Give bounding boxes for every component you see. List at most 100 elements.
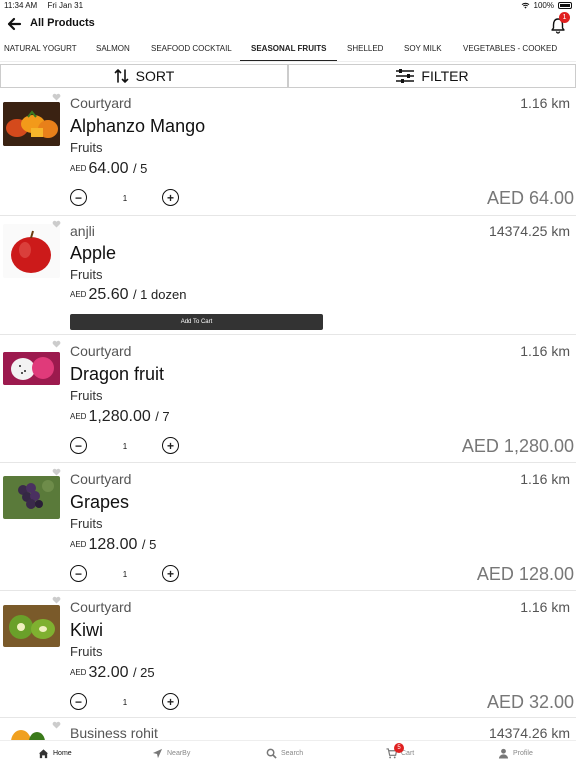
product-card[interactable]: Courtyard 1.16 km Dragon fruit Fruits AE… (0, 335, 576, 463)
decrease-quantity-button[interactable]: − (70, 693, 87, 710)
product-card[interactable]: Courtyard 1.16 km Alphanzo Mango Fruits … (0, 88, 576, 216)
vendor-name: Courtyard (70, 599, 132, 615)
price-currency: AED (70, 164, 87, 173)
product-name[interactable]: Apple (70, 243, 116, 264)
increase-quantity-button[interactable]: + (162, 693, 179, 710)
quantity-value: 1 (122, 570, 128, 579)
sort-button[interactable]: SORT (0, 64, 288, 88)
product-price: AED 128.00 / 5 (70, 536, 156, 554)
favorite-heart-icon[interactable] (52, 596, 61, 604)
back-arrow-icon[interactable] (6, 16, 22, 32)
product-category: Fruits (70, 140, 103, 155)
nav-nearby[interactable]: NearBy (152, 748, 190, 759)
increase-quantity-button[interactable]: + (162, 437, 179, 454)
tab-soy-milk[interactable]: SOY MILK (404, 38, 442, 61)
nav-nearby-label: NearBy (167, 750, 191, 757)
price-unit: / 5 (132, 161, 148, 176)
price-unit: / 7 (155, 409, 170, 424)
product-card[interactable]: anjli 14374.25 km Apple Fruits AED 25.60 … (0, 216, 576, 335)
favorite-heart-icon[interactable] (52, 93, 61, 101)
product-image-kiwi (3, 605, 60, 647)
status-bar: 11:34 AM Fri Jan 31 100% (0, 0, 576, 12)
vendor-name: anjli (70, 223, 95, 239)
product-card[interactable]: Courtyard 1.16 km Kiwi Fruits AED 32.00 /… (0, 591, 576, 718)
nav-search[interactable]: Search (266, 748, 303, 759)
nav-cart[interactable]: Cart 5 (386, 743, 415, 759)
product-name[interactable]: Grapes (70, 492, 129, 513)
price-value: 1,280.00 (88, 408, 151, 425)
increase-quantity-button[interactable]: + (162, 189, 179, 206)
product-list: Courtyard 1.16 km Alphanzo Mango Fruits … (0, 88, 576, 740)
price-currency: AED (70, 668, 87, 677)
product-price: AED 64.00 / 5 (70, 160, 147, 178)
status-time: 11:34 AM (4, 1, 38, 10)
nav-home[interactable]: Home (38, 748, 72, 759)
quantity-value: 1 (122, 442, 128, 451)
battery-percent: 100% (533, 1, 554, 10)
home-icon (38, 749, 49, 759)
nav-profile-label: Profile (513, 750, 533, 757)
product-card[interactable]: Business rohit 14374.26 km (0, 718, 576, 740)
price-unit: / 1 dozen (132, 287, 187, 302)
category-tabs: NATURAL YOGURT SALMON SEAFOOD COCKTAIL S… (0, 38, 576, 62)
product-name[interactable]: Kiwi (70, 620, 103, 641)
price-value: 32.00 (88, 664, 129, 681)
product-name[interactable]: Dragon fruit (70, 364, 164, 385)
wifi-icon (521, 2, 529, 9)
product-image-grapes (3, 476, 60, 519)
search-icon (266, 748, 277, 759)
sort-filter-bar: SORT FILTER (0, 64, 576, 88)
tab-seasonal-fruits[interactable]: SEASONAL FRUITS (240, 38, 338, 61)
decrease-quantity-button[interactable]: − (70, 437, 87, 454)
tab-salmon[interactable]: SALMON (96, 38, 130, 61)
product-price: AED 25.60 / 1 dozen (70, 286, 186, 304)
location-arrow-icon (152, 748, 163, 759)
price-value: 25.60 (88, 286, 129, 303)
add-to-cart-button[interactable]: Add To Cart (70, 314, 323, 330)
bottom-navigation: Home NearBy Search Cart 5 Profile (0, 740, 576, 768)
price-value: 64.00 (88, 160, 129, 177)
distance: 14374.25 km (489, 223, 570, 239)
nav-home-label: Home (53, 750, 72, 757)
price-unit: / 5 (141, 537, 157, 552)
sort-icon (114, 69, 128, 83)
quantity-value: 1 (122, 698, 128, 707)
nav-cart-label: Cart (401, 750, 415, 757)
battery-icon (558, 2, 572, 9)
sort-label: SORT (135, 68, 175, 84)
vendor-name: Business rohit (70, 725, 158, 740)
decrease-quantity-button[interactable]: − (70, 565, 87, 582)
favorite-heart-icon[interactable] (52, 340, 61, 348)
notifications-button[interactable]: 1 (548, 12, 570, 34)
quantity-value: 1 (122, 194, 128, 203)
tab-natural-yogurt[interactable]: NATURAL YOGURT (4, 38, 77, 61)
line-total: AED 32.00 (486, 692, 574, 712)
nav-profile[interactable]: Profile (498, 748, 533, 759)
increase-quantity-button[interactable]: + (162, 565, 179, 582)
distance: 14374.26 km (489, 725, 570, 740)
tab-shelled[interactable]: SHELLED (347, 38, 383, 61)
tab-seafood-cocktail[interactable]: SEAFOOD COCKTAIL (151, 38, 232, 61)
filter-sliders-icon (396, 69, 415, 83)
price-unit: / 25 (132, 665, 155, 680)
filter-button[interactable]: FILTER (288, 64, 576, 88)
favorite-heart-icon[interactable] (52, 468, 61, 476)
favorite-heart-icon[interactable] (52, 721, 61, 729)
status-right: 100% (521, 1, 572, 10)
product-price: AED 32.00 / 25 (70, 664, 155, 682)
price-currency: AED (70, 412, 87, 421)
line-total: AED 64.00 (486, 188, 574, 208)
product-card[interactable]: Courtyard 1.16 km Grapes Fruits AED 128.0… (0, 463, 576, 591)
vendor-name: Courtyard (70, 343, 132, 359)
tab-vegetables-cooked[interactable]: VEGETABLES - COOKED (463, 38, 557, 61)
filter-label: FILTER (421, 68, 469, 84)
header: All Products 1 (0, 12, 576, 36)
distance: 1.16 km (520, 471, 570, 487)
decrease-quantity-button[interactable]: − (70, 189, 87, 206)
favorite-heart-icon[interactable] (52, 220, 61, 228)
product-image-apple (3, 224, 60, 278)
status-left: 11:34 AM Fri Jan 31 (4, 1, 91, 10)
product-name[interactable]: Alphanzo Mango (70, 116, 205, 137)
nav-search-label: Search (281, 750, 304, 757)
product-category: Fruits (70, 267, 103, 282)
